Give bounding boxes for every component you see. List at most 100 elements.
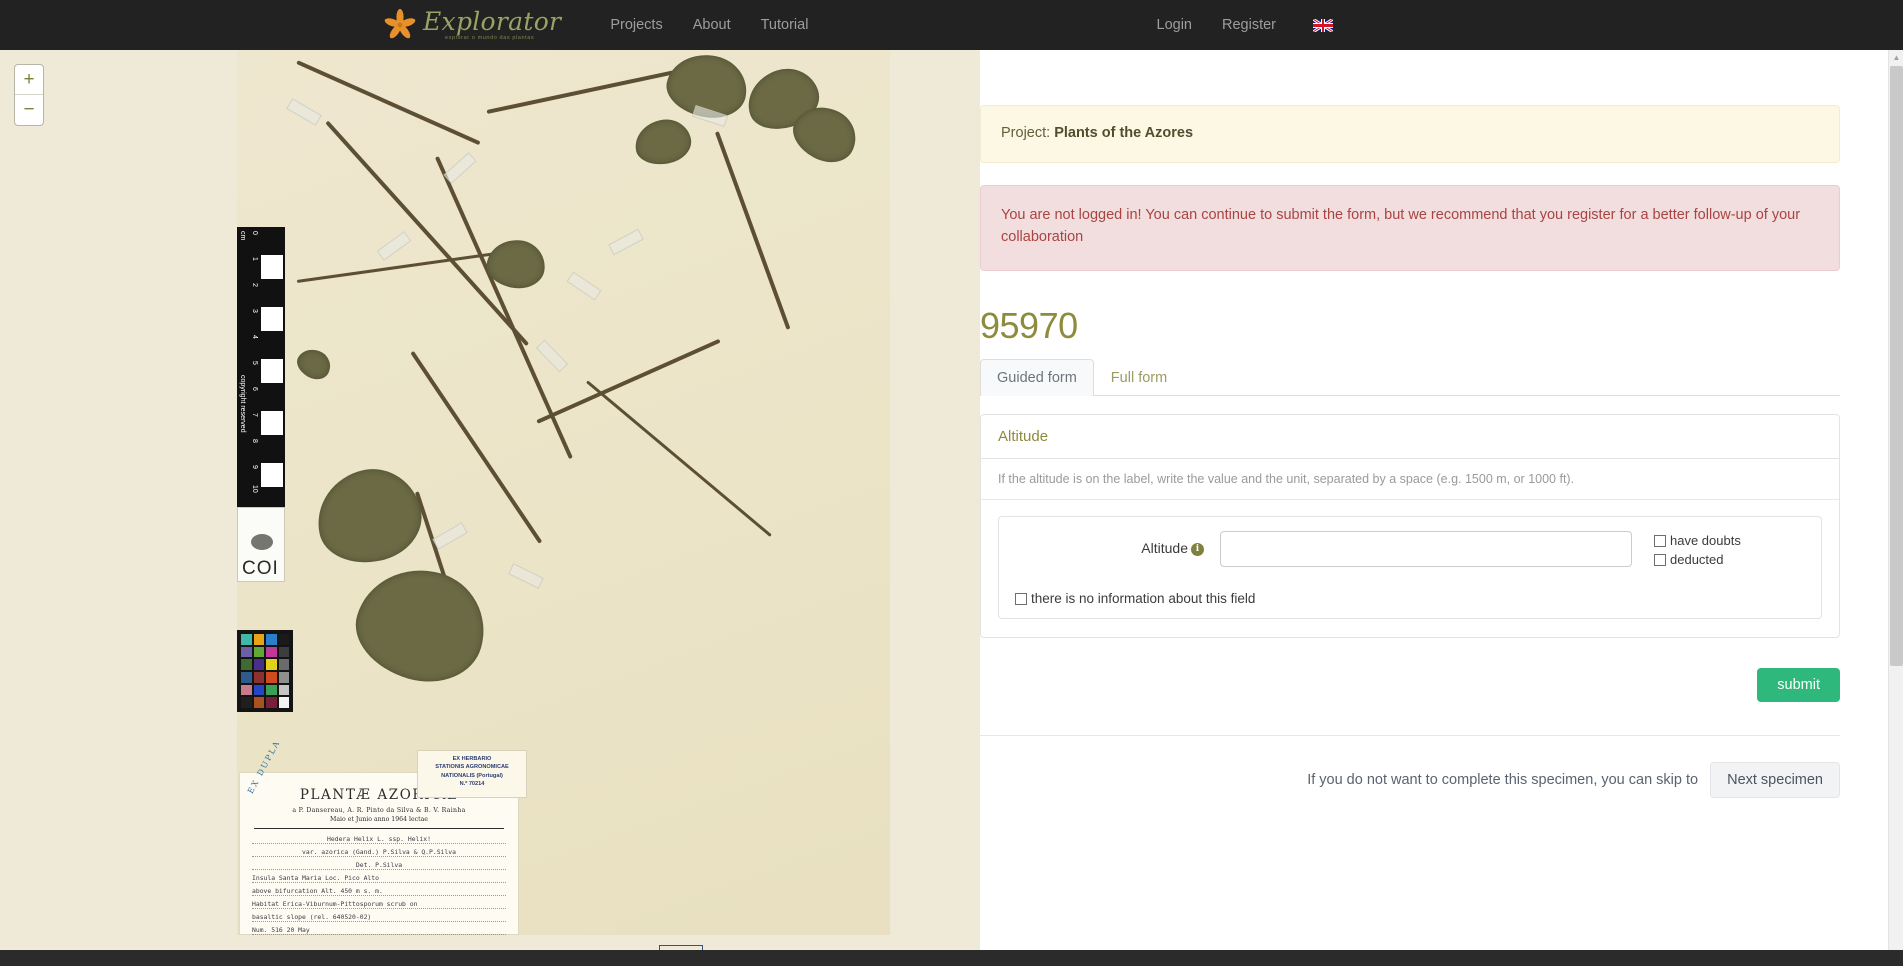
- not-logged-in-alert: You are not logged in! You can continue …: [980, 184, 1840, 272]
- ruler-tick: 2: [251, 283, 258, 287]
- tab-guided-form[interactable]: Guided form: [980, 359, 1094, 397]
- have-doubts-checkbox[interactable]: [1654, 534, 1666, 547]
- color-calibration-chart: [237, 630, 293, 712]
- mounting-tape: [443, 152, 477, 184]
- page-scrollbar[interactable]: ▲: [1888, 50, 1903, 966]
- nav-item-projects[interactable]: Projects: [595, 17, 677, 33]
- altitude-label-text: Altitude: [1141, 540, 1188, 557]
- plant-stem: [296, 249, 516, 283]
- specimen-image-viewer[interactable]: + − cm 0 1 2 3 4 5 6 7 8 9 10 copyright …: [0, 50, 980, 966]
- form-tabs: Guided form Full form: [980, 359, 1840, 397]
- coi-label: COI: [242, 558, 279, 579]
- label-habitat2: basaltic slope (rel. 640520-02): [252, 913, 506, 922]
- stamp-seal-icon: [251, 534, 273, 550]
- ruler-tick: 9: [251, 465, 258, 469]
- altitude-flags: have doubts deducted: [1654, 531, 1741, 571]
- mounting-tape: [286, 98, 322, 126]
- herbarium-sheet: cm 0 1 2 3 4 5 6 7 8 9 10 copyright rese…: [237, 50, 890, 966]
- nav-item-about[interactable]: About: [678, 17, 746, 33]
- uk-flag-icon[interactable]: [1313, 19, 1333, 32]
- flower-logo-icon: [383, 8, 417, 42]
- mounting-tape: [566, 271, 602, 301]
- ruler-tick: 5: [251, 361, 258, 365]
- label-num: Num. 516 20 May: [252, 926, 506, 935]
- nav-right-group: Login Register: [1142, 17, 1333, 33]
- altitude-field-label: Altitude i: [1015, 531, 1220, 565]
- stamp-accession-number: N.º 70214: [459, 781, 485, 788]
- label-taxon: Hedera Helix L. ssp. Helix!: [252, 835, 506, 844]
- nav-item-tutorial[interactable]: Tutorial: [746, 17, 824, 33]
- ruler-tick: 6: [251, 387, 258, 391]
- label-determiner: Det. P.Silva: [252, 861, 506, 870]
- plant-stem: [586, 380, 772, 537]
- deducted-checkbox-row[interactable]: deducted: [1654, 552, 1741, 567]
- label-divider: [254, 828, 504, 829]
- no-information-checkbox[interactable]: [1015, 592, 1027, 605]
- specimen-id-heading: 95970: [980, 305, 1078, 347]
- brand-name: Explorator: [423, 6, 562, 36]
- altitude-fieldset: Altitude i have doubts deducted there is…: [998, 516, 1822, 620]
- login-link[interactable]: Login: [1142, 17, 1207, 33]
- accession-stamp-label: EX HERBARIO STATIONIS AGRONOMICAE NATION…: [417, 750, 527, 798]
- stamp-line-2: STATIONIS AGRONOMICAE: [435, 764, 509, 771]
- ruler-tick: 4: [251, 335, 258, 339]
- form-panel: Project: Plants of the Azores You are no…: [980, 50, 1888, 966]
- mounting-tape: [432, 522, 468, 550]
- bottom-bar: [0, 950, 1903, 966]
- ruler-tick: 1: [251, 257, 258, 261]
- deducted-checkbox[interactable]: [1654, 553, 1666, 566]
- plant-stem: [296, 60, 481, 146]
- nav-links: Projects About Tutorial: [595, 17, 823, 33]
- zoom-out-button[interactable]: −: [15, 95, 43, 125]
- project-prefix: Project:: [1001, 125, 1055, 141]
- plant-stem: [715, 131, 791, 330]
- coi-herbarium-stamp: COI: [237, 507, 285, 582]
- label-habitat: Habitat Erica-Viburnum-Pittosporum scrub…: [252, 900, 506, 909]
- mounting-tape: [535, 339, 569, 373]
- ruler-unit: cm: [239, 231, 246, 241]
- deducted-label: deducted: [1670, 552, 1724, 568]
- altitude-card: Altitude If the altitude is on the label…: [980, 414, 1840, 639]
- no-information-row[interactable]: there is no information about this field: [1015, 591, 1805, 606]
- next-specimen-button[interactable]: Next specimen: [1710, 762, 1840, 799]
- label-insula: Insula Santa Maria Loc. Pico Alto: [252, 874, 506, 883]
- skip-instruction-text: If you do not want to complete this spec…: [1307, 772, 1699, 789]
- ruler-tick: 7: [251, 413, 258, 417]
- ruler-tick: 10: [251, 485, 258, 493]
- plant-stem: [536, 338, 721, 424]
- submit-row: submit: [980, 668, 1840, 703]
- mounting-tape: [608, 228, 644, 256]
- submit-button[interactable]: submit: [1757, 668, 1840, 703]
- scrollbar-thumb[interactable]: [1890, 66, 1903, 666]
- label-collected: Maio et Junio anno 1964 lectae: [330, 816, 428, 823]
- plant-leaf: [344, 554, 498, 696]
- no-information-label: there is no information about this field: [1031, 591, 1256, 607]
- section-divider: [980, 735, 1840, 737]
- brand-logo-link[interactable]: Explorator explorar o mundo das plantas: [383, 8, 561, 42]
- zoom-in-button[interactable]: +: [15, 65, 43, 95]
- card-hint-text: If the altitude is on the label, write t…: [981, 459, 1839, 501]
- tab-full-form[interactable]: Full form: [1094, 359, 1184, 396]
- label-authors: a P. Dansereau, A. R. Pinto da Silva & B…: [292, 807, 466, 814]
- label-variety: var. azorica (Gand.) P.Silva & Q.P.Silva: [252, 848, 506, 857]
- register-link[interactable]: Register: [1207, 17, 1291, 33]
- info-icon[interactable]: i: [1191, 543, 1204, 557]
- plant-leaf: [292, 343, 336, 385]
- stamp-line-1: EX HERBARIO: [452, 756, 492, 762]
- altitude-input[interactable]: [1220, 531, 1632, 568]
- scroll-up-arrow-icon[interactable]: ▲: [1889, 50, 1903, 66]
- ruler-copyright: copyright reserved: [239, 375, 246, 433]
- plant-stem: [410, 350, 543, 544]
- card-title: Altitude: [981, 415, 1839, 460]
- have-doubts-checkbox-row[interactable]: have doubts: [1654, 533, 1741, 548]
- brand-tagline: explorar o mundo das plantas: [445, 34, 535, 41]
- scale-ruler: cm 0 1 2 3 4 5 6 7 8 9 10 copyright rese…: [237, 227, 285, 507]
- ruler-tick: 0: [251, 231, 258, 235]
- map-zoom-controls: + −: [14, 64, 44, 126]
- plant-stem: [325, 120, 530, 346]
- plant-leaf: [308, 460, 430, 572]
- stamp-line-3: NATIONALIS (Portugal): [441, 772, 503, 779]
- project-name: Plants of the Azores: [1054, 125, 1194, 141]
- ruler-tick: 8: [251, 439, 258, 443]
- have-doubts-label: have doubts: [1670, 533, 1741, 549]
